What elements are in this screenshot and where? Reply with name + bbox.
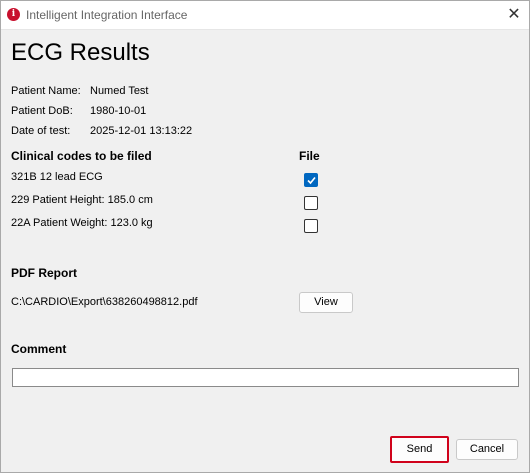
- patient-dob-value: 1980-10-01: [90, 105, 147, 117]
- patient-dob-label: Patient DoB:: [11, 105, 73, 117]
- file-checkbox-ecg[interactable]: [304, 173, 318, 187]
- checkmark-icon: [307, 176, 316, 185]
- pdf-report-header: PDF Report: [11, 266, 77, 280]
- comment-input[interactable]: [12, 368, 519, 387]
- title-bar: i Intelligent Integration Interface ✕: [1, 1, 529, 30]
- dialog-window: i Intelligent Integration Interface ✕ EC…: [0, 0, 530, 473]
- file-checkbox-height[interactable]: [304, 196, 318, 210]
- view-pdf-button[interactable]: View: [299, 292, 353, 313]
- cancel-button[interactable]: Cancel: [456, 439, 518, 460]
- code-item-label: 22A Patient Weight: 123.0 kg: [11, 217, 153, 229]
- window-title: Intelligent Integration Interface: [26, 8, 188, 22]
- page-title: ECG Results: [11, 39, 150, 66]
- code-item-label: 229 Patient Height: 185.0 cm: [11, 194, 153, 206]
- pdf-path: C:\CARDIO\Export\638260498812.pdf: [11, 296, 198, 308]
- patient-name-value: Numed Test: [90, 85, 149, 97]
- comment-header: Comment: [11, 342, 67, 356]
- test-date-value: 2025-12-01 13:13:22: [90, 125, 193, 137]
- file-column-header: File: [299, 149, 320, 163]
- patient-name-label: Patient Name:: [11, 85, 81, 97]
- close-button[interactable]: ✕: [499, 1, 529, 29]
- app-logo-icon: i: [7, 8, 20, 21]
- clinical-codes-header: Clinical codes to be filed: [11, 149, 152, 163]
- test-date-label: Date of test:: [11, 125, 71, 137]
- code-item-label: 321B 12 lead ECG: [11, 171, 103, 183]
- file-checkbox-weight[interactable]: [304, 219, 318, 233]
- send-button[interactable]: Send: [390, 436, 449, 463]
